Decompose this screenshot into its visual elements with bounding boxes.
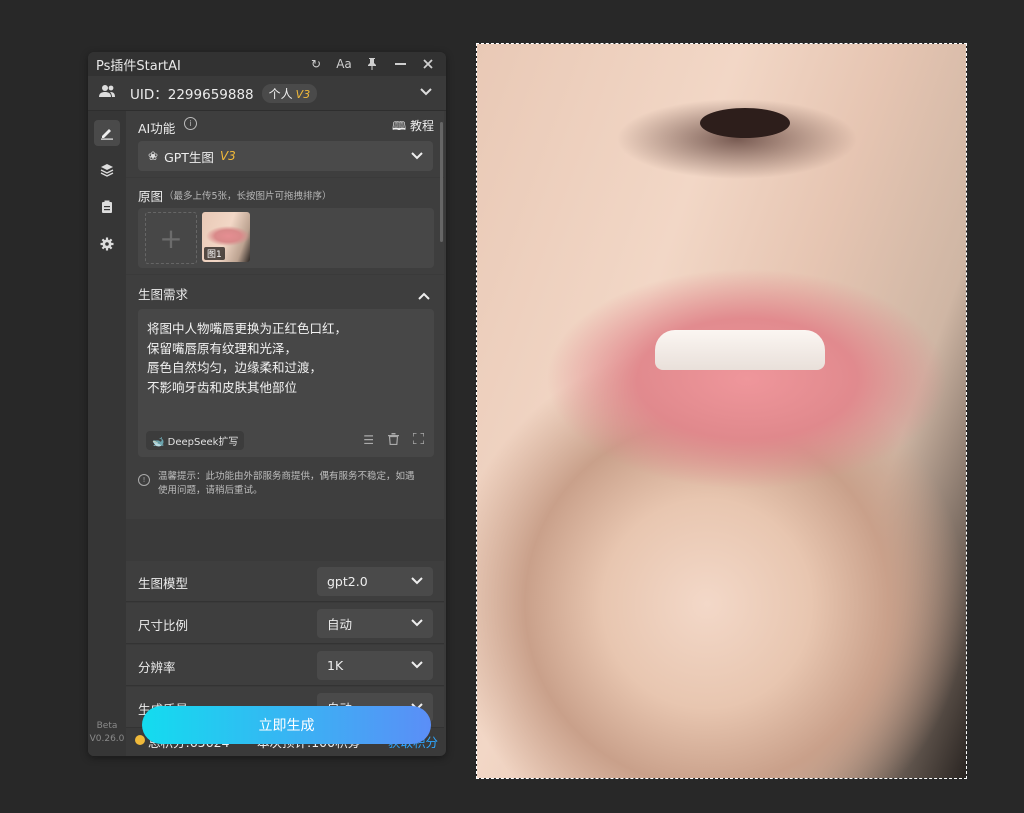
- layers-icon[interactable]: [94, 157, 120, 183]
- warning-icon: !: [138, 474, 150, 486]
- plan-badge: 个人 V3: [261, 83, 318, 103]
- setting-row-resolution: 分辨率 1K: [126, 645, 444, 686]
- close-icon[interactable]: [414, 52, 442, 76]
- setting-label: 尺寸比例: [138, 618, 189, 633]
- window-title: Ps插件StartAI: [96, 58, 181, 74]
- chevron-down-icon: [411, 575, 423, 588]
- main-content: AI功能 i 🕮 教程 ❀ GPT生图 V3 原图 （最多上传5张，长按图片可拖…: [126, 111, 446, 756]
- chevron-down-icon: [411, 150, 423, 163]
- user-bar[interactable]: UID：2299659888 个人 V3: [88, 76, 446, 111]
- upload-area: + 图1: [138, 208, 434, 268]
- add-image-button[interactable]: +: [145, 212, 197, 264]
- refresh-icon[interactable]: ↻: [302, 52, 330, 76]
- chevron-down-icon: [411, 659, 423, 672]
- ai-function-select[interactable]: ❀ GPT生图 V3: [138, 141, 433, 171]
- deepseek-expand-button[interactable]: 🐋 DeepSeek扩写: [146, 431, 245, 450]
- setting-label: 生图模型: [138, 576, 189, 591]
- setting-row-model: 生图模型 gpt2.0: [126, 561, 444, 602]
- version-label: Beta V0.26.0: [89, 721, 125, 744]
- setting-row-ratio: 尺寸比例 自动: [126, 603, 444, 644]
- thumbnail-label: 图1: [204, 247, 225, 260]
- prompt-label: 生图需求: [138, 287, 189, 302]
- chevron-up-icon[interactable]: [418, 285, 430, 304]
- font-size-icon[interactable]: Aa: [330, 52, 358, 76]
- image-thumbnail[interactable]: 图1: [202, 212, 250, 262]
- edit-icon[interactable]: [94, 120, 120, 146]
- image-nose-shadow: [700, 108, 790, 138]
- users-icon: [98, 84, 120, 102]
- settings-icon[interactable]: [94, 231, 120, 257]
- deepseek-icon: 🐋: [152, 437, 165, 448]
- setting-label: 分辨率: [138, 660, 176, 675]
- notice-text: 温馨提示：此功能由外部服务商提供，偶有服务不稳定，如遇 使用问题，请稍后重试。: [158, 471, 415, 496]
- prompt-textarea[interactable]: 将图中人物嘴唇更换为正红色口红， 保留嘴唇原有纹理和光泽， 唇色自然均匀，边缘柔…: [138, 309, 434, 457]
- prompt-text: 将图中人物嘴唇更换为正红色口红， 保留嘴唇原有纹理和光泽， 唇色自然均匀，边缘柔…: [147, 321, 348, 395]
- image-teeth: [655, 330, 825, 370]
- original-image-section: 原图 （最多上传5张，长按图片可拖拽排序） + 图1: [126, 178, 444, 274]
- coin-icon: [135, 735, 145, 745]
- resolution-select[interactable]: 1K: [317, 651, 433, 680]
- scrollbar[interactable]: [440, 122, 443, 242]
- generate-button[interactable]: 立即生成: [142, 706, 431, 744]
- title-bar: Ps插件StartAI ↻ Aa: [88, 52, 446, 76]
- chevron-down-icon[interactable]: [420, 85, 432, 99]
- trash-icon[interactable]: [388, 433, 399, 448]
- uid-label: UID：2299659888: [130, 87, 254, 103]
- prompt-section: 生图需求 将图中人物嘴唇更换为正红色口红， 保留嘴唇原有纹理和光泽， 唇色自然均…: [126, 275, 444, 519]
- model-select[interactable]: gpt2.0: [317, 567, 433, 596]
- book-icon: 🕮: [392, 119, 407, 133]
- ai-function-label: AI功能: [138, 121, 176, 136]
- clipboard-icon[interactable]: [94, 194, 120, 220]
- plugin-panel: Ps插件StartAI ↻ Aa UID：2299659888 个人 V3 Be…: [88, 52, 446, 756]
- tutorial-link[interactable]: 🕮 教程: [392, 117, 434, 138]
- minimize-icon[interactable]: [386, 52, 414, 76]
- chevron-down-icon: [411, 617, 423, 630]
- sidebar: Beta V0.26.0: [88, 111, 126, 756]
- history-icon[interactable]: ☰: [363, 433, 374, 448]
- canvas-image: [476, 43, 967, 779]
- original-image-label: 原图: [138, 189, 164, 204]
- info-icon[interactable]: i: [184, 117, 197, 130]
- openai-icon: ❀: [148, 149, 159, 163]
- ratio-select[interactable]: 自动: [317, 609, 433, 638]
- ai-function-section: AI功能 i 🕮 教程 ❀ GPT生图 V3: [126, 111, 444, 177]
- expand-icon[interactable]: [412, 432, 425, 448]
- pin-icon[interactable]: [358, 52, 386, 76]
- original-image-hint: （最多上传5张，长按图片可拖拽排序）: [164, 191, 332, 202]
